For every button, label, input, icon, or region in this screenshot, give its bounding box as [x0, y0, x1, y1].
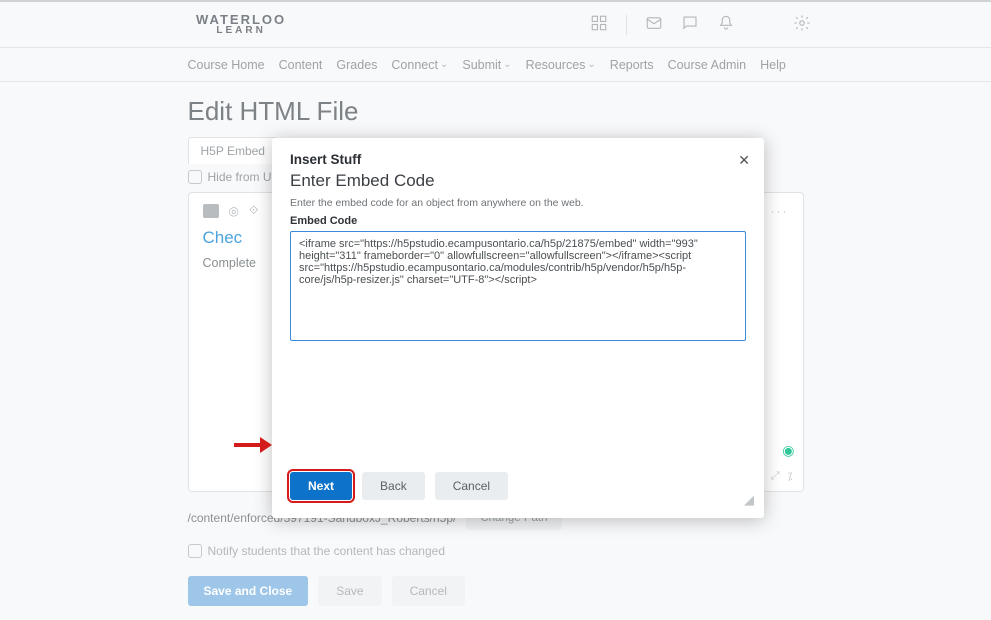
- grid-icon[interactable]: [590, 14, 608, 35]
- modal-cancel-button[interactable]: Cancel: [435, 472, 508, 500]
- modal-action-row: Next Back Cancel: [290, 472, 746, 500]
- chevron-down-icon: ⌄: [503, 59, 511, 70]
- embed-code-label: Embed Code: [290, 215, 746, 227]
- separator: [626, 15, 627, 35]
- editor-footer-icons: ◉ ⤢ ⁒: [771, 470, 793, 483]
- code-icon[interactable]: ⁒: [788, 470, 793, 483]
- course-nav: Course Home Content Grades Connect⌄ Submit⌄ R…: [0, 48, 991, 82]
- checkbox-icon[interactable]: [188, 544, 202, 558]
- back-button[interactable]: Back: [362, 472, 425, 500]
- page-title: Edit HTML File: [188, 96, 804, 127]
- chat-icon[interactable]: [681, 14, 699, 35]
- nav-item-course-home[interactable]: Course Home: [188, 58, 265, 72]
- camera-icon[interactable]: ◎: [229, 204, 239, 218]
- insert-stuff-modal: ✕ Insert Stuff Enter Embed Code Enter th…: [272, 138, 764, 518]
- close-icon[interactable]: ✕: [738, 152, 750, 169]
- modal-title: Insert Stuff: [290, 152, 746, 167]
- top-icon-row: [590, 14, 811, 35]
- modal-hint: Enter the embed code for an object from …: [290, 197, 746, 209]
- link-icon[interactable]: ⟐: [249, 203, 258, 218]
- chevron-down-icon: ⌄: [440, 59, 448, 70]
- brand-line2: LEARN: [196, 26, 286, 35]
- gear-icon[interactable]: [793, 14, 811, 35]
- mail-icon[interactable]: [645, 14, 663, 35]
- brand-logo: WATERLOO LEARN: [196, 14, 286, 35]
- cancel-button[interactable]: Cancel: [392, 576, 465, 606]
- next-button[interactable]: Next: [290, 472, 352, 500]
- media-icon[interactable]: [203, 204, 219, 218]
- nav-item-reports[interactable]: Reports: [610, 58, 654, 72]
- nav-item-submit[interactable]: Submit⌄: [462, 58, 511, 72]
- tab-h5p-embed[interactable]: H5P Embed: [188, 137, 278, 164]
- page-action-buttons: Save and Close Save Cancel: [188, 576, 804, 606]
- notify-label: Notify students that the content has cha…: [208, 544, 446, 558]
- modal-subtitle: Enter Embed Code: [290, 171, 746, 191]
- notify-row[interactable]: Notify students that the content has cha…: [188, 544, 804, 558]
- save-and-close-button[interactable]: Save and Close: [188, 576, 309, 606]
- nav-item-resources[interactable]: Resources⌄: [526, 58, 596, 72]
- expand-icon[interactable]: ⤢: [771, 470, 780, 483]
- nav-item-grades[interactable]: Grades: [336, 58, 377, 72]
- save-button[interactable]: Save: [318, 576, 381, 606]
- more-icon[interactable]: ···: [771, 204, 789, 218]
- nav-item-connect[interactable]: Connect⌄: [391, 58, 448, 72]
- nav-item-content[interactable]: Content: [279, 58, 323, 72]
- embed-code-textarea[interactable]: [290, 231, 746, 341]
- annotation-arrow: [232, 435, 272, 458]
- nav-item-course-admin[interactable]: Course Admin: [668, 58, 747, 72]
- nav-item-help[interactable]: Help: [760, 58, 786, 72]
- chevron-down-icon: ⌄: [587, 59, 595, 70]
- checkbox-icon[interactable]: [188, 170, 202, 184]
- bell-icon[interactable]: [717, 14, 735, 35]
- hide-label: Hide from U: [208, 170, 272, 184]
- resize-grip-icon[interactable]: ◢: [744, 492, 754, 508]
- top-bar: WATERLOO LEARN: [0, 0, 991, 48]
- grammarly-icon[interactable]: ◉: [782, 442, 794, 459]
